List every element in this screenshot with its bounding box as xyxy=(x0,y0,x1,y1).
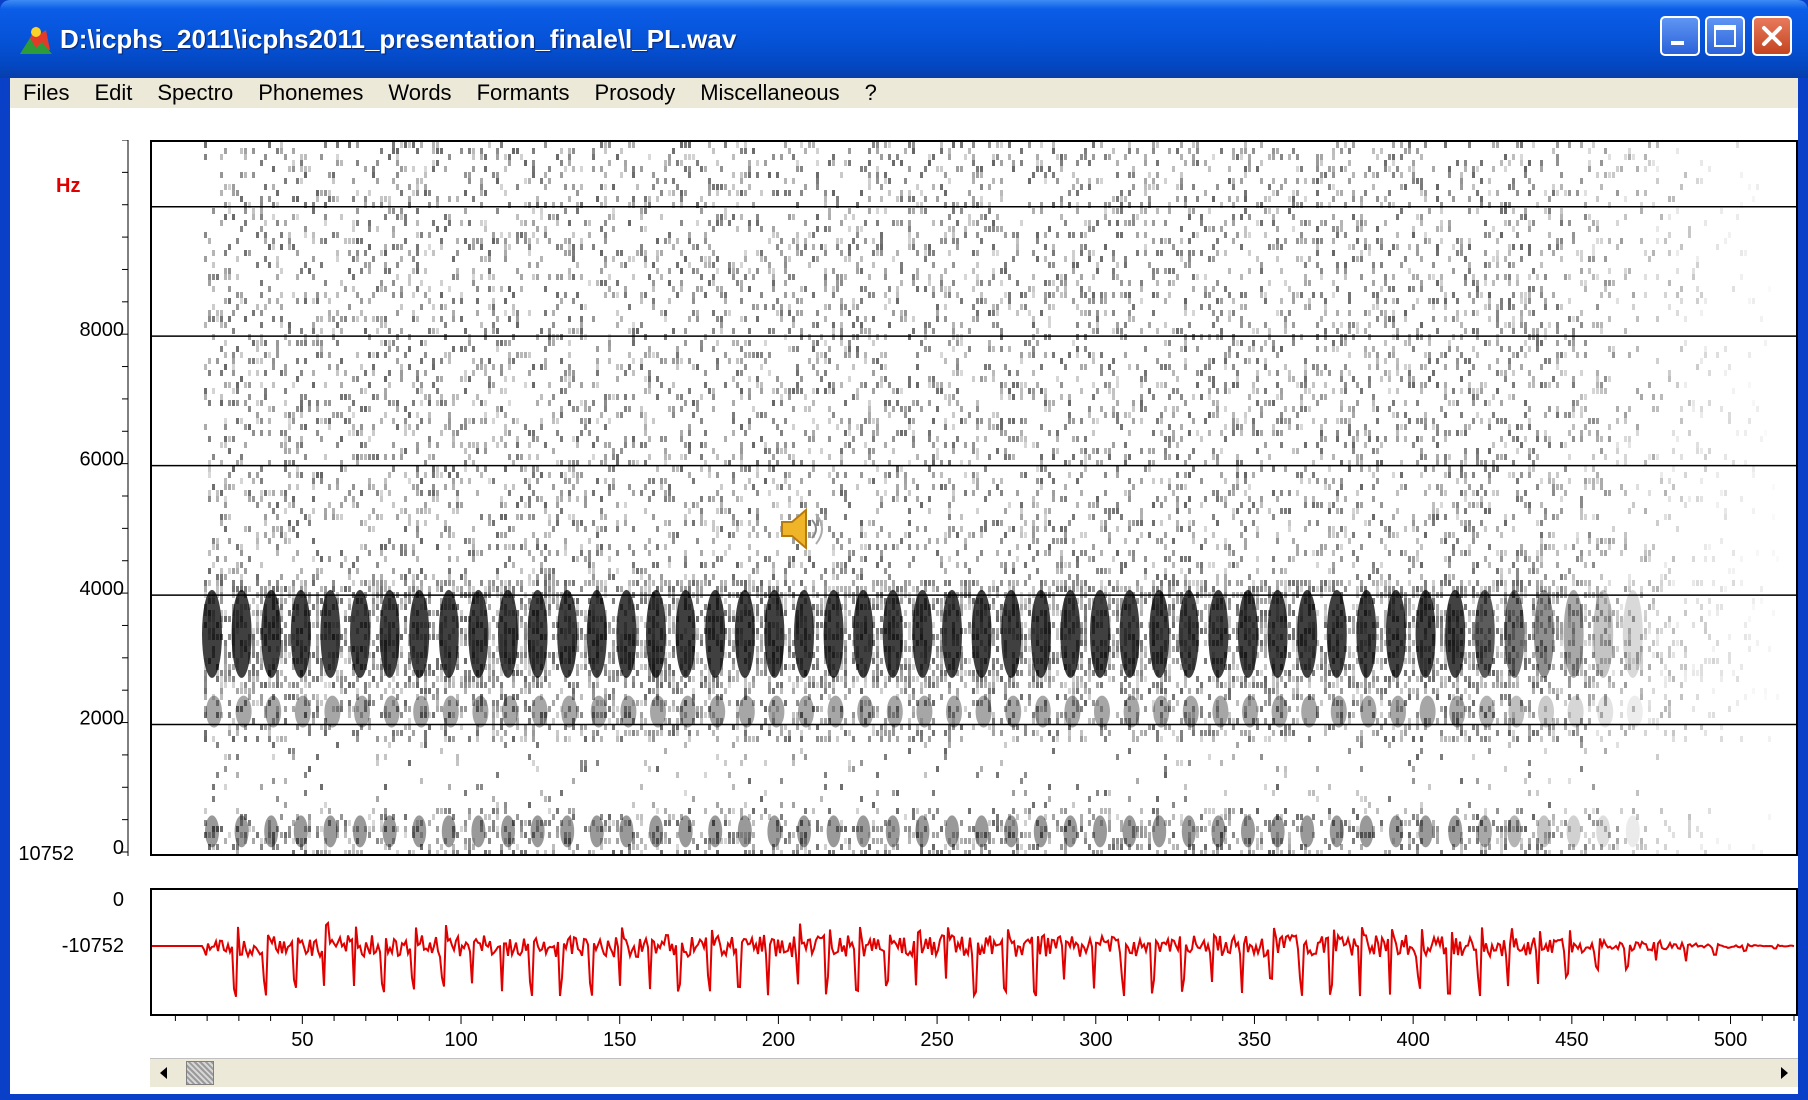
time-tick-label: 400 xyxy=(1396,1029,1429,1051)
menu-prosody[interactable]: Prosody xyxy=(581,78,687,108)
wave-label-zero: 0 xyxy=(113,889,124,911)
scroll-right-arrow-icon[interactable] xyxy=(1770,1059,1798,1087)
time-tick-label: 250 xyxy=(920,1029,953,1051)
annotation-strip-top[interactable] xyxy=(150,108,1798,142)
freq-tick-label: 0 xyxy=(113,837,124,859)
close-button[interactable] xyxy=(1752,16,1792,56)
time-tick-label: 300 xyxy=(1079,1029,1112,1051)
time-tick-label: 500 xyxy=(1714,1029,1747,1051)
waveform-trace xyxy=(152,920,1795,1000)
maximize-button[interactable] xyxy=(1705,16,1745,56)
wave-label-min: -10752 xyxy=(62,935,124,957)
app-logo-icon xyxy=(20,26,52,54)
time-tick-label: 350 xyxy=(1238,1029,1271,1051)
scroll-left-arrow-icon[interactable] xyxy=(150,1059,178,1087)
time-tick-label: 100 xyxy=(444,1029,477,1051)
title-bar[interactable]: D:\icphs_2011\icphs2011_presentation_fin… xyxy=(0,0,1808,78)
waveform-panel[interactable] xyxy=(150,888,1798,1016)
scroll-thumb[interactable] xyxy=(186,1061,214,1085)
application-window: D:\icphs_2011\icphs2011_presentation_fin… xyxy=(0,0,1808,1100)
spectrogram-texture xyxy=(204,142,1771,854)
spectrogram-panel[interactable] xyxy=(150,140,1798,856)
horizontal-scrollbar[interactable] xyxy=(150,1058,1798,1087)
freq-tick-label: 8000 xyxy=(80,319,125,341)
freq-tick-label: 6000 xyxy=(80,449,125,471)
time-tick-label: 200 xyxy=(762,1029,795,1051)
time-tick-label: 450 xyxy=(1555,1029,1588,1051)
menu-files[interactable]: Files xyxy=(10,78,81,108)
time-axis: 50 100 150 200 250 300 350 400 450 500 xyxy=(174,1016,1795,1051)
frequency-axis: Hz 8000 6000 4000 2000 0 10752 0 -10752 xyxy=(18,140,129,957)
speaker-icon[interactable] xyxy=(776,502,830,556)
waveform-plot xyxy=(152,920,1795,1000)
client-area: Hz 8000 6000 4000 2000 0 10752 0 -10752 50 10… xyxy=(10,108,1798,1094)
close-icon xyxy=(1762,26,1782,46)
formant-pulses xyxy=(202,589,1643,848)
wave-label-max: 10752 xyxy=(18,843,74,865)
minimize-icon xyxy=(1671,41,1684,45)
maximize-icon xyxy=(1714,25,1736,47)
menu-help[interactable]: ? xyxy=(852,78,889,108)
menu-spectro[interactable]: Spectro xyxy=(144,78,245,108)
menu-phonemes[interactable]: Phonemes xyxy=(245,78,375,108)
window-title: D:\icphs_2011\icphs2011_presentation_fin… xyxy=(60,24,737,54)
menu-miscellaneous[interactable]: Miscellaneous xyxy=(687,78,851,108)
freq-tick-label: 4000 xyxy=(80,578,125,600)
annotation-strip-middle[interactable] xyxy=(150,856,1798,888)
time-tick-label: 50 xyxy=(291,1029,313,1051)
menu-bar: Files Edit Spectro Phonemes Words Forman… xyxy=(10,78,1798,108)
menu-formants[interactable]: Formants xyxy=(464,78,582,108)
spectrogram-plot xyxy=(152,142,1796,854)
menu-edit[interactable]: Edit xyxy=(81,78,144,108)
minimize-button[interactable] xyxy=(1660,16,1700,56)
time-tick-label: 150 xyxy=(603,1029,636,1051)
menu-words[interactable]: Words xyxy=(375,78,463,108)
freq-tick-label: 2000 xyxy=(80,708,125,730)
hz-unit-label: Hz xyxy=(56,175,80,197)
